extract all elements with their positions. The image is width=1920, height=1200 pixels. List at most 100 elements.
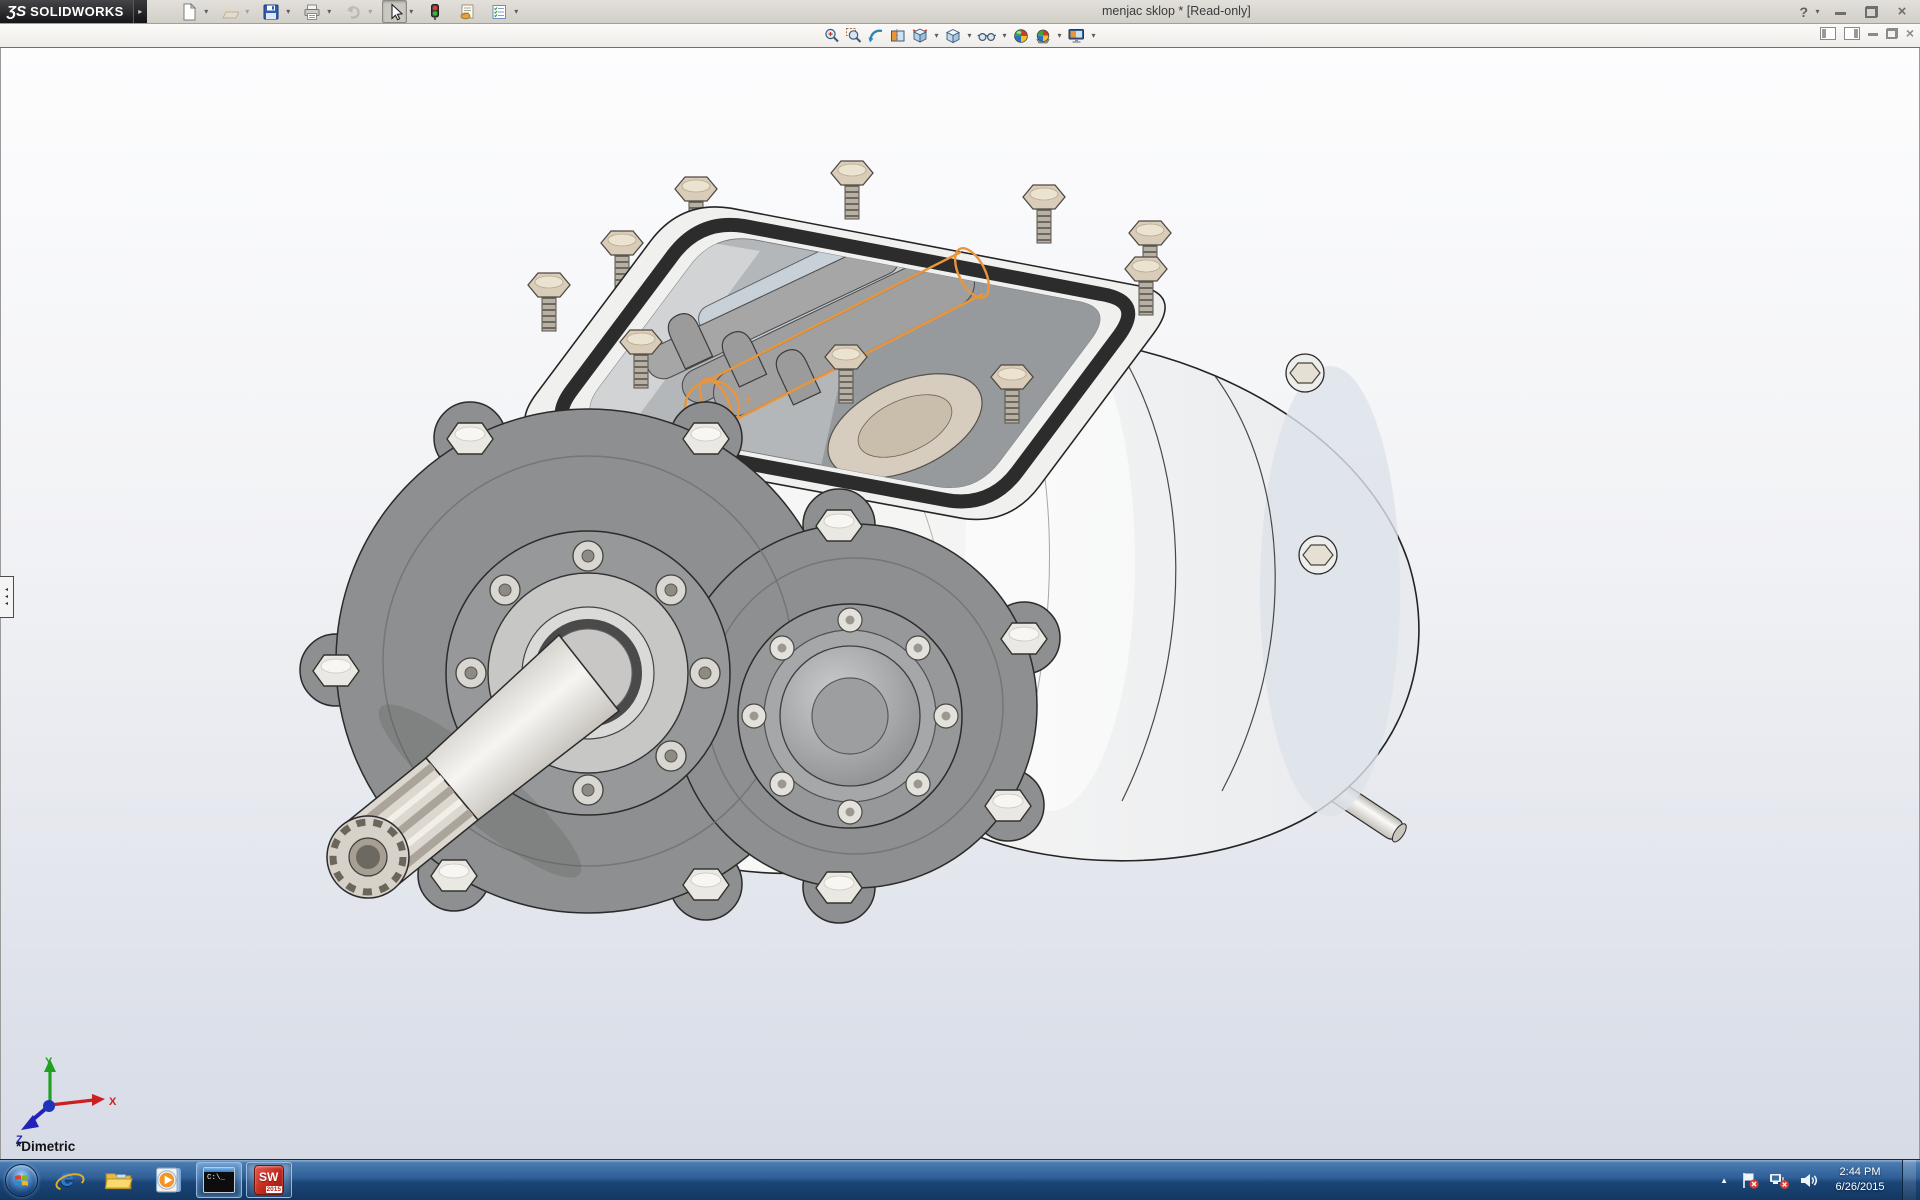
internet-explorer-icon: e [55,1167,83,1193]
volume-icon[interactable] [1799,1171,1818,1190]
taskbar-command-prompt[interactable]: C:\_ [196,1162,242,1198]
show-hidden-icons-button[interactable]: ▲ [1716,1176,1732,1185]
help-dropdown-caret[interactable]: ▾ [1813,7,1822,16]
view-orientation-button[interactable] [910,25,930,46]
show-desktop-button[interactable] [1902,1160,1916,1200]
view-settings-caret[interactable]: ▾ [1089,31,1098,40]
apply-scene-button[interactable] [1033,25,1053,46]
select-button[interactable] [382,0,407,23]
zoom-to-fit-button[interactable] [822,25,842,46]
edit-appearance-sphere-icon [1012,27,1030,45]
file-properties-icon [458,3,476,21]
save-dropdown-caret[interactable]: ▾ [284,7,293,16]
options-checklist-icon [490,3,508,21]
panel-collapse-arrow: ◂ [5,587,8,593]
zoom-to-area-icon [845,27,863,45]
taskbar-internet-explorer[interactable]: e [46,1162,92,1198]
restore-window-button[interactable] [1858,3,1884,21]
3d-model-canvas[interactable]: + [0,48,1920,1161]
new-dropdown-caret[interactable]: ▾ [202,7,211,16]
view-settings-button[interactable] [1066,25,1087,46]
title-bar: ƷS SOLIDWORKS ▸ ▾ ▾ [0,0,1920,24]
select-cursor-icon [386,3,403,21]
taskbar-clock[interactable]: 2:44 PM 6/26/2015 [1827,1165,1893,1196]
action-center-flag-icon[interactable] [1741,1171,1760,1190]
solidworks-logo-glyph: ƷS [7,3,26,20]
restore-icon [1865,6,1878,18]
selection-plus-marker: + [744,392,753,409]
panel-collapse-arrow: ◂ [5,601,8,607]
apply-scene-caret[interactable]: ▾ [1055,31,1064,40]
section-view-button[interactable] [888,25,908,46]
document-title: menjac sklop * [Read-only] [1102,0,1251,23]
hide-show-items-button[interactable] [976,25,998,46]
close-document-icon[interactable]: × [1906,26,1914,40]
display-style-caret[interactable]: ▾ [965,31,974,40]
folder-icon [105,1169,133,1191]
feature-manager-collapsed-tab[interactable]: ◂ ◂ ◂ [0,576,14,618]
bearing-cover[interactable] [738,604,962,828]
undo-icon [344,3,362,21]
previous-view-button[interactable] [866,25,886,46]
apply-scene-sphere-icon [1034,27,1052,45]
open-button[interactable] [218,0,243,23]
rebuild-button[interactable] [423,0,448,23]
housing-side-bolt[interactable] [1299,536,1337,574]
close-icon: × [1898,4,1907,19]
clock-time: 2:44 PM [1827,1165,1893,1180]
rebuild-traffic-light-icon [426,3,444,21]
display-style-button[interactable] [943,25,963,46]
heads-up-view-toolbar: ▾ ▾ ▾ [822,24,1098,47]
print-button[interactable] [300,0,325,23]
solidworks-app-icon: SW 2015 [254,1165,284,1195]
print-dropdown-caret[interactable]: ▾ [325,7,334,16]
options-button[interactable] [487,0,512,23]
hide-show-items-caret[interactable]: ▾ [1000,31,1009,40]
view-orientation-cube-icon [911,27,929,45]
file-properties-button[interactable] [455,0,480,23]
open-icon [221,3,239,21]
save-icon [262,3,280,21]
collapse-right-pane-icon[interactable] [1844,27,1860,40]
housing-side-bolt[interactable] [1286,354,1324,392]
edit-appearance-button[interactable] [1011,25,1031,46]
options-dropdown-caret[interactable]: ▾ [512,7,521,16]
display-style-cube-icon [944,27,962,45]
minimize-window-button[interactable] [1827,3,1853,21]
collapse-left-pane-icon[interactable] [1820,27,1836,40]
panel-collapse-arrow: ◂ [5,594,8,600]
undo-dropdown-caret[interactable]: ▾ [366,7,375,16]
zoom-to-area-button[interactable] [844,25,864,46]
spline-shaft-end[interactable] [327,816,409,898]
taskbar-solidworks[interactable]: SW 2015 [246,1162,292,1198]
print-icon [303,3,321,21]
new-document-icon [180,3,198,21]
start-button[interactable] [5,1164,38,1197]
system-tray: ▲ 2:44 PM 6/26/2015 [1716,1160,1920,1200]
reference-triad: Y X Z [8,1053,128,1145]
network-status-icon[interactable] [1769,1171,1790,1190]
section-view-icon [889,27,907,45]
menu-bar-toolbar: ▾ ▾ ▾ [177,0,527,23]
new-document-button[interactable] [177,0,202,23]
taskbar-windows-explorer[interactable] [96,1162,142,1198]
undo-button[interactable] [341,0,366,23]
view-orientation-caret[interactable]: ▾ [932,31,941,40]
minimize-document-icon[interactable] [1868,30,1878,36]
document-window-controls: × [1820,26,1914,40]
solidworks-brand-text: SOLIDWORKS [30,4,124,19]
window-controls: ? ▾ × [1799,0,1915,23]
select-dropdown-caret[interactable]: ▾ [407,7,416,16]
media-player-icon [156,1167,182,1193]
solidworks-logo: ƷS SOLIDWORKS [0,0,133,23]
open-dropdown-caret[interactable]: ▾ [243,7,252,16]
restore-document-icon[interactable] [1886,28,1898,39]
windows-taskbar: e C:\_ [0,1159,1920,1200]
graphics-area[interactable]: + [0,47,1920,1161]
help-button[interactable]: ? [1799,4,1808,20]
taskbar-media-player[interactable] [146,1162,192,1198]
triad-y-label: Y [45,1056,53,1068]
save-button[interactable] [259,0,284,23]
menu-flyout-tab[interactable]: ▸ [133,0,147,23]
close-window-button[interactable]: × [1889,3,1915,21]
